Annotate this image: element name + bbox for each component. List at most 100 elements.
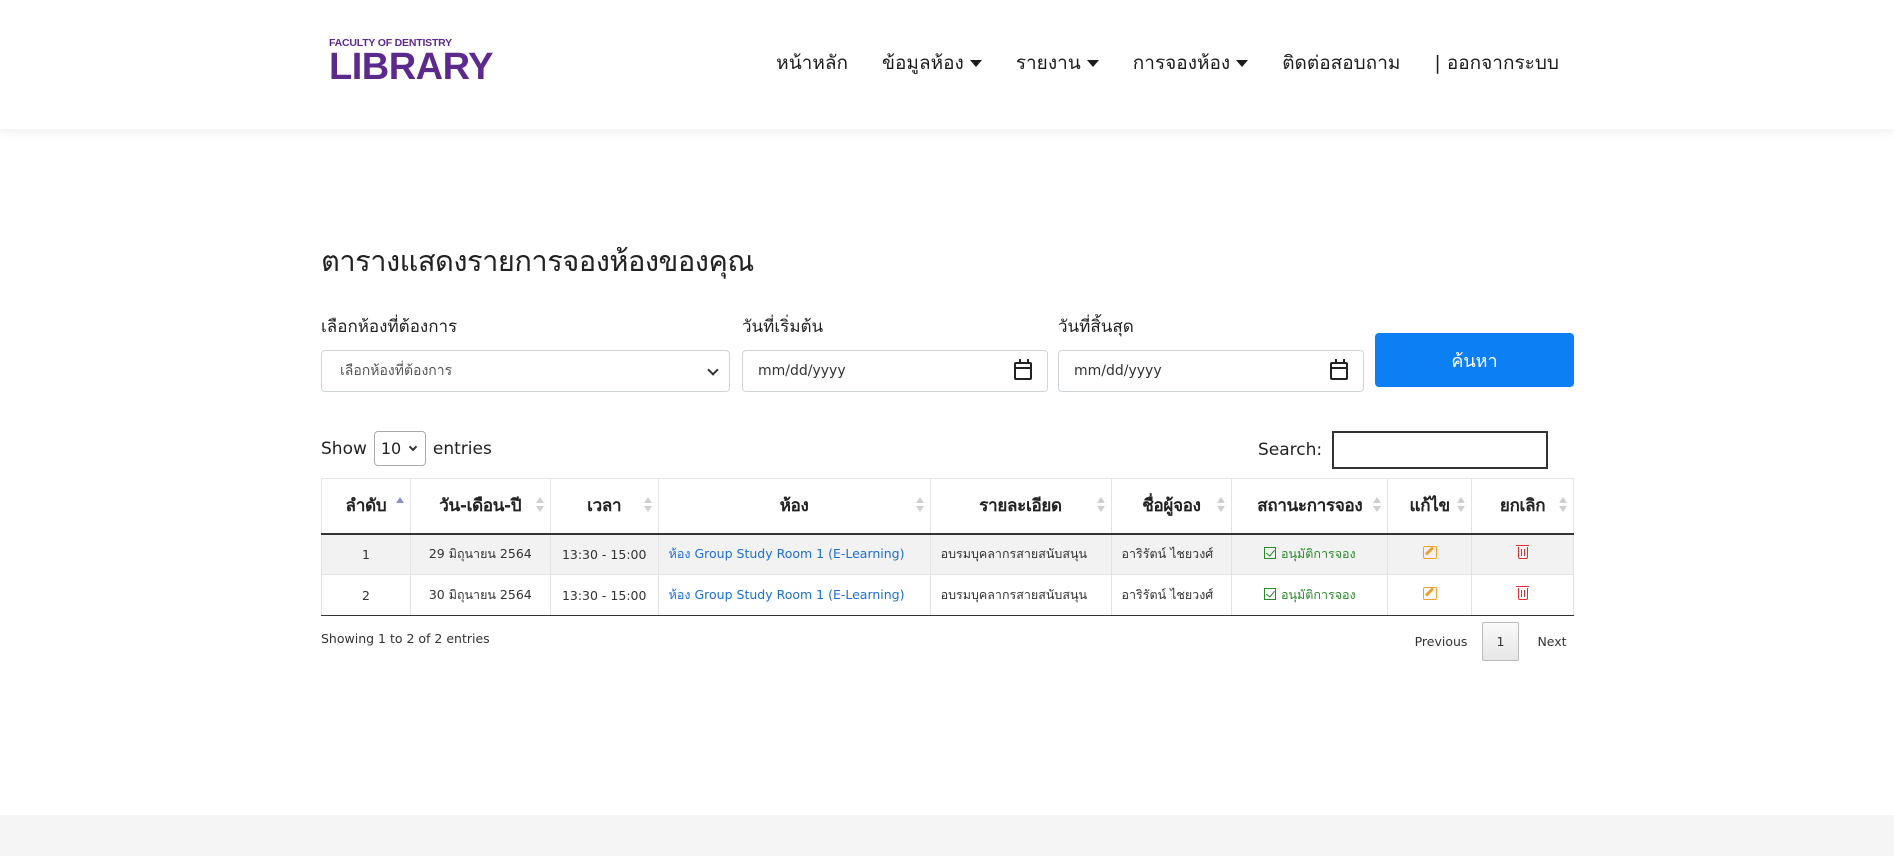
- column-header-no[interactable]: ลำดับ: [321, 478, 411, 535]
- room-select-value: เลือกห้องที่ต้องการ: [340, 363, 453, 379]
- cell-cancel: [1471, 533, 1574, 575]
- cell-time: 13:30 - 15:00: [549, 574, 659, 616]
- nav-home-label: หน้าหลัก: [776, 52, 849, 74]
- pagination: Previous 1 Next: [1406, 622, 1579, 661]
- sort-icon: [915, 497, 924, 513]
- column-header-label: รายละเอียด: [979, 496, 1062, 517]
- nav-home[interactable]: หน้าหลัก: [776, 48, 848, 78]
- footer: [0, 815, 1894, 856]
- calendar-icon[interactable]: [1014, 359, 1032, 380]
- page-number-button[interactable]: 1: [1482, 622, 1519, 661]
- column-header-label: แก้ไข: [1409, 496, 1451, 517]
- caret-down-icon: [1236, 59, 1249, 67]
- trash-icon[interactable]: [1515, 585, 1529, 600]
- end-date-label: วันที่สิ้นสุด: [1058, 317, 1134, 337]
- cell-status: อนุมัติการจอง: [1231, 533, 1389, 575]
- chevron-down-icon: [408, 442, 418, 452]
- cell-detail: อบรมบุคลากรสายสนับสนุน: [929, 574, 1112, 616]
- search-button[interactable]: ค้นหา: [1375, 333, 1574, 387]
- table-search: Search:: [1258, 431, 1549, 469]
- column-header-time[interactable]: เวลา: [549, 478, 659, 535]
- column-header-label: เวลา: [587, 496, 622, 517]
- table-search-label: Search:: [1258, 440, 1323, 460]
- room-select-label: เลือกห้องที่ต้องการ: [321, 317, 458, 337]
- library-logo[interactable]: FACULTY OF DENTISTRY LIBRARY: [329, 38, 493, 88]
- room-link[interactable]: ห้อง Group Study Room 1 (E-Learning): [669, 546, 905, 561]
- column-header-label: ยกเลิก: [1499, 496, 1546, 517]
- start-date-placeholder: mm/dd/yyyy: [758, 363, 846, 379]
- cell-cancel: [1471, 574, 1574, 616]
- column-header-status[interactable]: สถานะการจอง: [1231, 478, 1389, 535]
- room-select[interactable]: เลือกห้องที่ต้องการ: [321, 350, 730, 392]
- start-date-input[interactable]: mm/dd/yyyy: [742, 350, 1048, 392]
- sort-icon: [1096, 497, 1105, 513]
- nav-room-info[interactable]: ข้อมูลห้อง: [882, 48, 982, 78]
- entries-length-value: 10: [380, 439, 402, 458]
- calendar-icon[interactable]: [1330, 359, 1348, 380]
- entries-length-select[interactable]: 10: [373, 431, 426, 466]
- table-search-input[interactable]: [1332, 431, 1549, 469]
- sort-icon: [1373, 497, 1382, 513]
- edit-icon[interactable]: [1422, 587, 1437, 600]
- nav-report[interactable]: รายงาน: [1016, 48, 1099, 78]
- start-date-label: วันที่เริ่มต้น: [742, 317, 824, 337]
- booking-table: ลำดับ วัน-เดือน-ปี เวลา ห้อง รายละเอียด …: [321, 478, 1574, 616]
- sort-icon: [1559, 497, 1567, 513]
- trash-icon[interactable]: [1515, 544, 1529, 559]
- nav-booking[interactable]: การจองห้อง: [1132, 48, 1249, 78]
- end-date-placeholder: mm/dd/yyyy: [1074, 363, 1162, 379]
- nav-report-label: รายงาน: [1015, 52, 1081, 74]
- column-header-date[interactable]: วัน-เดือน-ปี: [409, 478, 551, 535]
- cell-time: 13:30 - 15:00: [549, 533, 659, 575]
- status-badge: อนุมัติการจอง: [1281, 546, 1356, 562]
- check-square-icon: [1264, 547, 1276, 560]
- cell-room: ห้อง Group Study Room 1 (E-Learning): [657, 574, 931, 616]
- column-header-edit[interactable]: แก้ไข: [1387, 478, 1473, 535]
- nav-menu: หน้าหลัก ข้อมูลห้อง รายงาน การจองห้อง ติ…: [742, 48, 1559, 78]
- cell-no: 2: [321, 574, 411, 616]
- column-header-detail[interactable]: รายละเอียด: [929, 478, 1112, 535]
- room-link[interactable]: ห้อง Group Study Room 1 (E-Learning): [669, 587, 905, 602]
- nav-contact[interactable]: ติดต่อสอบถาม: [1282, 48, 1400, 78]
- previous-page-button[interactable]: Previous: [1406, 634, 1476, 649]
- status-badge: อนุมัติการจอง: [1281, 587, 1356, 602]
- cell-room: ห้อง Group Study Room 1 (E-Learning): [657, 533, 931, 575]
- table-header-row: ลำดับ วัน-เดือน-ปี เวลา ห้อง รายละเอียด …: [321, 478, 1574, 535]
- caret-down-icon: [969, 59, 982, 67]
- next-page-button[interactable]: Next: [1525, 634, 1579, 649]
- column-header-label: ลำดับ: [345, 496, 387, 517]
- column-header-cancel[interactable]: ยกเลิก: [1471, 478, 1574, 535]
- entries-length-control: Show 10 entries: [321, 431, 492, 466]
- nav-contact-label: ติดต่อสอบถาม: [1282, 52, 1401, 74]
- cell-edit: [1387, 533, 1473, 575]
- logo-title: LIBRARY: [329, 46, 493, 88]
- nav-logout[interactable]: | ออกจากระบบ: [1434, 48, 1559, 78]
- entries-label: entries: [432, 438, 492, 459]
- sort-icon: [643, 497, 652, 513]
- show-label: Show: [321, 438, 367, 459]
- end-date-input[interactable]: mm/dd/yyyy: [1058, 350, 1364, 392]
- column-header-label: ชื่อผู้จอง: [1142, 496, 1201, 517]
- cell-edit: [1387, 574, 1473, 616]
- nav-logout-label: | ออกจากระบบ: [1434, 52, 1559, 74]
- column-header-label: สถานะการจอง: [1257, 496, 1363, 517]
- cell-no: 1: [321, 533, 411, 575]
- sort-icon: [1457, 497, 1466, 513]
- table-info: Showing 1 to 2 of 2 entries: [321, 631, 490, 646]
- column-header-booker[interactable]: ชื่อผู้จอง: [1110, 478, 1233, 535]
- cell-date: 29 มิถุนายน 2564: [409, 533, 551, 575]
- navbar: FACULTY OF DENTISTRY LIBRARY หน้าหลัก ข้…: [0, 0, 1894, 129]
- cell-booker: อาริรัตน์ ไชยวงศ์: [1110, 574, 1233, 616]
- chevron-down-icon: [707, 364, 719, 376]
- table-row: 2 30 มิถุนายน 2564 13:30 - 15:00 ห้อง Gr…: [321, 574, 1574, 616]
- column-header-label: วัน-เดือน-ปี: [439, 496, 522, 517]
- check-square-icon: [1264, 588, 1276, 600]
- column-header-label: ห้อง: [779, 496, 809, 517]
- cell-date: 30 มิถุนายน 2564: [409, 574, 551, 616]
- nav-room-info-label: ข้อมูลห้อง: [882, 52, 964, 74]
- sort-icon: [1217, 497, 1226, 513]
- column-header-room[interactable]: ห้อง: [657, 478, 931, 535]
- nav-booking-label: การจองห้อง: [1132, 52, 1231, 74]
- cell-booker: อาริรัตน์ ไชยวงศ์: [1110, 533, 1233, 575]
- edit-icon[interactable]: [1422, 546, 1437, 560]
